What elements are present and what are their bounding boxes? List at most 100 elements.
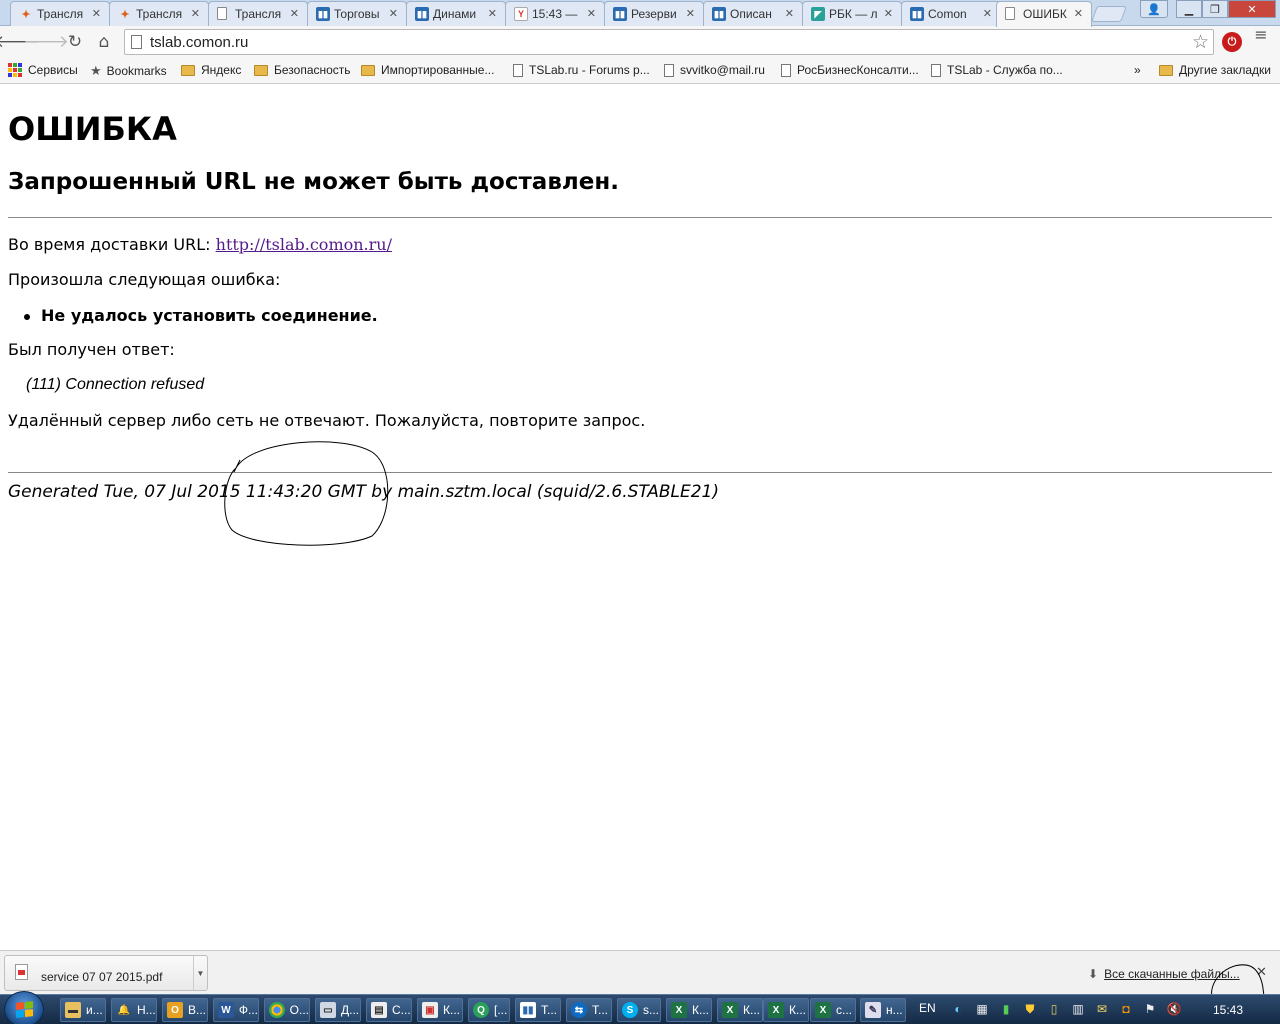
bookmark-bookmarks[interactable]: ★ Bookmarks: [90, 63, 167, 79]
close-icon[interactable]: ✕: [785, 7, 794, 20]
taskbar-button[interactable]: Q [...: [468, 998, 510, 1022]
taskbar-button[interactable]: ▬ и...: [60, 998, 106, 1022]
download-item[interactable]: service 07 07 2015.pdf ▼: [4, 955, 208, 991]
taskbar-button[interactable]: ⇆ Т...: [566, 998, 612, 1022]
tray-chart-icon[interactable]: ▥: [1070, 1000, 1086, 1018]
tab-title: 15:43 —: [532, 7, 578, 21]
close-icon[interactable]: ✕: [488, 7, 497, 20]
tab-10[interactable]: ▮▮ Comon ✕: [901, 1, 1001, 26]
taskbar-button[interactable]: Xс...: [810, 998, 856, 1022]
tab-5[interactable]: ▮▮ Динами ✕: [406, 1, 506, 26]
close-icon[interactable]: ✕: [1074, 7, 1083, 20]
tab-3[interactable]: Трансля ✕: [208, 1, 308, 26]
bookmark-label: РосБизнесКонсалти...: [797, 63, 919, 77]
start-button[interactable]: [4, 991, 44, 1024]
minimize-button[interactable]: ▁: [1176, 0, 1202, 18]
all-downloads-link[interactable]: ⬇ Все скачанные файлы...: [1088, 967, 1240, 981]
page-icon: [1005, 7, 1015, 20]
close-icon[interactable]: ✕: [191, 7, 200, 20]
skype-icon: S: [622, 1002, 638, 1018]
language-indicator[interactable]: EN: [919, 1001, 936, 1015]
close-icon[interactable]: ✕: [92, 7, 101, 20]
taskbar-button[interactable]: ✎ н...: [860, 998, 906, 1022]
taskbar-button[interactable]: X К...: [763, 998, 809, 1022]
taskbar-button[interactable]: ▭ Д...: [315, 998, 361, 1022]
bookmark-tslab-support[interactable]: TSLab - Служба по...: [931, 63, 1063, 77]
tray-outlook-icon[interactable]: ◘: [1118, 1000, 1134, 1018]
close-icon[interactable]: ✕: [389, 7, 398, 20]
clock[interactable]: 15:43: [1213, 1003, 1243, 1017]
close-icon[interactable]: ✕: [884, 7, 893, 20]
bookmark-tslab-forums[interactable]: TSLab.ru - Forums p...: [513, 63, 650, 77]
taskbar-button[interactable]: ▤ С...: [366, 998, 412, 1022]
bookmark-security[interactable]: Безопасность: [254, 63, 351, 77]
requested-url-link[interactable]: http://tslab.comon.ru/: [216, 235, 392, 254]
taskbar-button[interactable]: Ss...: [617, 998, 661, 1022]
taskbar-button[interactable]: X К...: [666, 998, 712, 1022]
yandex-icon: Y: [514, 7, 528, 21]
tray-app-icon[interactable]: ▦: [974, 1000, 990, 1018]
chevron-down-icon[interactable]: ▼: [193, 956, 207, 990]
volume-icon[interactable]: 🔇: [1166, 1000, 1182, 1018]
tray-battery-icon[interactable]: ▯: [1046, 1000, 1062, 1018]
close-icon[interactable]: ✕: [587, 7, 596, 20]
close-icon[interactable]: ✕: [983, 7, 992, 20]
tab-2[interactable]: ✦ Трансля ✕: [109, 1, 209, 26]
tab-6[interactable]: Y 15:43 — ✕: [505, 1, 605, 26]
star-icon[interactable]: ☆: [1192, 31, 1209, 54]
pdf-file-icon: [15, 964, 28, 980]
taskbar-button[interactable]: 🔔 Н...: [111, 998, 157, 1022]
tab-4[interactable]: ▮▮ Торговы ✕: [307, 1, 407, 26]
tray-security-icon[interactable]: ⛊: [1022, 1000, 1038, 1018]
tray-green-icon[interactable]: ▮: [998, 1000, 1014, 1018]
taskbar-button[interactable]: ▣ К...: [417, 998, 463, 1022]
response-label: Был получен ответ:: [8, 340, 175, 359]
taskbar-label: с...: [836, 1003, 853, 1017]
bookmark-rbk[interactable]: РосБизнесКонсалти...: [781, 63, 919, 77]
bookmark-other[interactable]: Другие закладки: [1159, 63, 1271, 77]
bookmark-mail[interactable]: svvitko@mail.ru: [664, 63, 765, 77]
mail-icon[interactable]: ✉: [1094, 1000, 1110, 1018]
forward-icon[interactable]: 🡒: [23, 31, 69, 53]
bookmark-yandex[interactable]: Яндекс: [181, 63, 241, 77]
bookmark-imported[interactable]: Импортированные...: [361, 63, 494, 77]
bookmark-label: TSLab.ru - Forums p...: [529, 63, 650, 77]
taskbar-label: К...: [789, 1003, 806, 1017]
tab-title: Трансля: [235, 7, 282, 21]
tab-1[interactable]: ✦ Трансля ✕: [10, 1, 110, 26]
menu-icon[interactable]: ≡: [1254, 27, 1268, 43]
taskbar-button[interactable]: O В...: [162, 998, 208, 1022]
tab-11-active[interactable]: ОШИБК ✕: [996, 1, 1092, 27]
rbc-icon: ◤: [811, 7, 825, 21]
close-window-button[interactable]: ✕: [1228, 0, 1276, 18]
tab-8[interactable]: ▮▮ Описан ✕: [703, 1, 803, 26]
tab-7[interactable]: ▮▮ Резерви ✕: [604, 1, 704, 26]
restore-button[interactable]: ❐: [1202, 0, 1228, 18]
address-bar[interactable]: tslab.comon.ru ☆: [124, 29, 1214, 55]
taskbar-button[interactable]: ▮▮ Т...: [515, 998, 561, 1022]
folder-icon: [181, 64, 195, 76]
close-icon[interactable]: ✕: [290, 7, 299, 20]
tab-title: Трансля: [37, 7, 84, 21]
tray-flag-icon[interactable]: ⚑: [1142, 1000, 1158, 1018]
close-icon[interactable]: ✕: [686, 7, 695, 20]
new-tab-button[interactable]: [1091, 6, 1127, 22]
taskbar-button[interactable]: X К...: [717, 998, 763, 1022]
home-icon[interactable]: ⌂: [93, 31, 115, 53]
tab-9[interactable]: ◤ РБК — л ✕: [802, 1, 902, 26]
bookmarks-overflow-button[interactable]: »: [1134, 63, 1141, 77]
network-icon[interactable]: ◐: [950, 1000, 966, 1018]
taskbar-button[interactable]: О...: [264, 998, 310, 1022]
taskbar-button[interactable]: W Ф...: [213, 998, 259, 1022]
notepad-icon: ✎: [865, 1002, 881, 1018]
chrome-icon: [269, 1002, 285, 1018]
adblock-extension-icon[interactable]: ⏻: [1222, 32, 1242, 52]
user-icon[interactable]: 👤: [1140, 0, 1168, 18]
download-shelf: service 07 07 2015.pdf ▼ ⬇ Все скачанные …: [0, 950, 1280, 994]
reload-icon[interactable]: ↻: [64, 31, 86, 53]
excel-icon: X: [768, 1002, 784, 1018]
taskbar-label: К...: [443, 1003, 460, 1017]
bookmark-services[interactable]: Сервисы: [8, 63, 78, 77]
close-icon[interactable]: ✕: [1256, 964, 1267, 980]
address-text[interactable]: tslab.comon.ru: [150, 34, 248, 51]
